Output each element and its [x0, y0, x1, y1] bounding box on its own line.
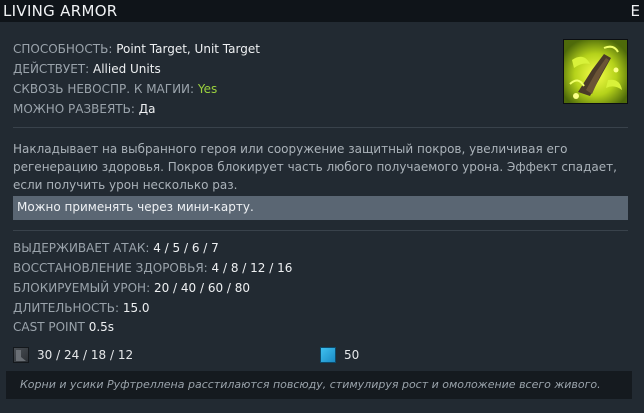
- cooldown-icon: [13, 347, 29, 363]
- tooltip-header: LIVING ARMOR E: [0, 0, 644, 22]
- minimap-note: Можно применять через мини-карту.: [13, 196, 628, 220]
- property-affects: ДЕЙСТВУЕТ: Allied Units: [13, 62, 161, 76]
- ability-description: Накладывает на выбранного героя или соор…: [13, 142, 617, 192]
- property-pierces-immunity: СКВОЗЬ НЕВОСПР. К МАГИИ: Yes: [13, 82, 217, 96]
- stat-label: ДЛИТЕЛЬНОСТЬ:: [13, 301, 119, 315]
- stat-label: ВОССТАНОВЛЕНИЕ ЗДОРОВЬЯ:: [13, 261, 208, 275]
- stat-value: 4 / 5 / 6 / 7: [153, 241, 219, 255]
- living-armor-icon: [563, 39, 628, 104]
- cooldown-value: 30 / 24 / 18 / 12: [37, 348, 134, 362]
- lore-text: Корни и усики Руфтреллена расстилаются п…: [6, 371, 632, 399]
- property-label: СКВОЗЬ НЕВОСПР. К МАГИИ:: [13, 82, 195, 96]
- stat-duration: ДЛИТЕЛЬНОСТЬ: 15.0: [13, 301, 150, 315]
- property-value: Point Target, Unit Target: [116, 42, 260, 56]
- stat-value: 20 / 40 / 60 / 80: [153, 281, 251, 295]
- property-value: Allied Units: [92, 62, 161, 76]
- stat-label: CAST POINT: [13, 320, 85, 334]
- stat-cast-point: CAST POINT 0.5s: [13, 320, 114, 334]
- stat-label: ВЫДЕРЖИВАЕТ АТАК:: [13, 241, 150, 255]
- stat-health-regen: ВОССТАНОВЛЕНИЕ ЗДОРОВЬЯ: 4 / 8 / 12 / 16: [13, 261, 292, 275]
- mana-cost-value: 50: [344, 348, 360, 362]
- property-ability-behavior: СПОСОБНОСТЬ: Point Target, Unit Target: [13, 42, 260, 56]
- divider: [13, 230, 628, 231]
- stat-attacks-blocked: ВЫДЕРЖИВАЕТ АТАК: 4 / 5 / 6 / 7: [13, 241, 219, 255]
- ability-hotkey: E: [630, 2, 640, 20]
- property-value: Да: [138, 102, 156, 116]
- property-label: ДЕЙСТВУЕТ:: [13, 62, 90, 76]
- property-value: Yes: [197, 82, 218, 96]
- property-label: МОЖНО РАЗВЕЯТЬ:: [13, 102, 135, 116]
- stat-value: 15.0: [122, 301, 150, 315]
- stat-value: 0.5s: [88, 320, 115, 334]
- stat-value: 4 / 8 / 12 / 16: [211, 261, 293, 275]
- stat-damage-block: БЛОКИРУЕМЫЙ УРОН: 20 / 40 / 60 / 80: [13, 281, 250, 295]
- divider: [13, 127, 628, 128]
- property-label: СПОСОБНОСТЬ:: [13, 42, 113, 56]
- ability-title: LIVING ARMOR: [3, 2, 118, 20]
- mana-icon: [320, 347, 336, 363]
- property-dispellable: МОЖНО РАЗВЕЯТЬ: Да: [13, 102, 155, 116]
- stat-label: БЛОКИРУЕМЫЙ УРОН:: [13, 281, 151, 295]
